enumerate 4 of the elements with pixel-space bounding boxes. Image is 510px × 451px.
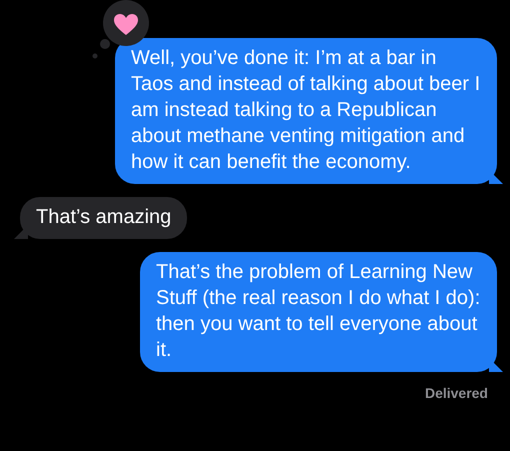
message-bubble: That’s the problem of Learning New Stuff (the real reason I do what I do): then you want to tell everyone about it. [140,252,497,372]
delivery-status: Delivered [424,385,489,401]
message-bubble: That’s amazing [20,197,188,239]
message-bubble: Well, you’ve done it: I’m at a bar in Taos and instead of talking about beer I am instead talking to a Republican about methane venting mitigation and how it can benefit the economy. [115,38,497,184]
